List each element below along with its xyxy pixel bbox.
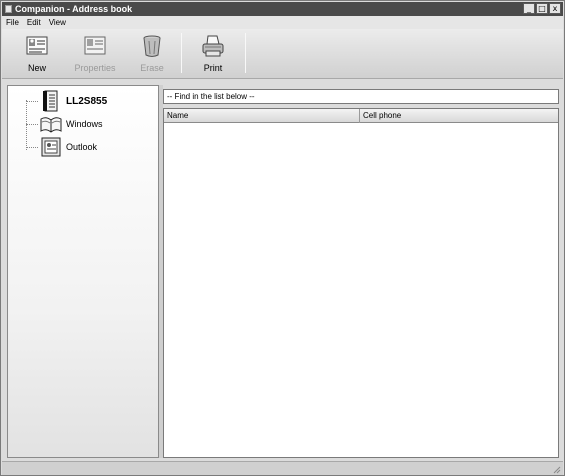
- column-header-cell-phone[interactable]: Cell phone: [360, 109, 558, 123]
- tree-node-label: Windows: [66, 119, 103, 129]
- new-button-label: New: [27, 63, 46, 73]
- contact-pane: -- Find in the list below -- Name Cell p…: [163, 85, 561, 458]
- menu-bar: File Edit View: [2, 16, 563, 29]
- toolbar-separator: [245, 33, 246, 73]
- tree-node-label: Outlook: [66, 142, 98, 152]
- new-button[interactable]: New: [16, 33, 58, 77]
- tree-node-label: LL2S855: [66, 95, 108, 107]
- menu-view[interactable]: View: [49, 16, 66, 29]
- properties-button-label: Properties: [74, 63, 116, 73]
- properties-button[interactable]: Properties: [74, 33, 116, 77]
- address-book-tree: LL2S855 Windows Outlook: [7, 85, 159, 458]
- tree-node-windows[interactable]: Windows: [26, 113, 103, 135]
- search-input[interactable]: -- Find in the list below --: [163, 89, 559, 104]
- phone-book-icon: [43, 90, 58, 112]
- erase-button-label: Erase: [140, 63, 164, 73]
- status-bar: [2, 461, 563, 475]
- print-button-label: Print: [203, 63, 223, 73]
- new-contact-icon: [26, 36, 48, 55]
- trash-icon: [143, 35, 161, 57]
- resize-grip-icon[interactable]: [551, 464, 561, 474]
- app-icon: [5, 5, 12, 13]
- printer-icon: [202, 35, 224, 57]
- open-book-icon: [40, 117, 62, 133]
- main-content: LL2S855 Windows Outlook -- Find in the l…: [5, 85, 561, 458]
- menu-edit[interactable]: Edit: [27, 16, 41, 29]
- title-bar[interactable]: Companion - Address book _ □ x: [2, 2, 563, 16]
- list-header: Name Cell phone: [164, 109, 558, 123]
- tree-node-outlook[interactable]: Outlook: [26, 136, 97, 158]
- properties-icon: [84, 36, 106, 55]
- column-header-name[interactable]: Name: [164, 109, 360, 123]
- close-button[interactable]: x: [549, 3, 561, 14]
- window-title: Companion - Address book: [15, 4, 133, 14]
- outlook-contacts-icon: [41, 137, 61, 157]
- window-controls: _ □ x: [523, 3, 561, 15]
- menu-file[interactable]: File: [6, 16, 19, 29]
- contact-list[interactable]: Name Cell phone: [163, 108, 559, 458]
- tree-node-ll2s855[interactable]: LL2S855: [26, 90, 107, 112]
- toolbar: New Properties Erase Print: [2, 29, 563, 79]
- minimize-button[interactable]: _: [523, 3, 535, 14]
- toolbar-separator: [181, 33, 182, 73]
- erase-button[interactable]: Erase: [131, 33, 173, 77]
- print-button[interactable]: Print: [192, 33, 234, 77]
- address-book-window: Companion - Address book _ □ x File Edit…: [0, 0, 565, 476]
- maximize-button[interactable]: □: [536, 3, 548, 14]
